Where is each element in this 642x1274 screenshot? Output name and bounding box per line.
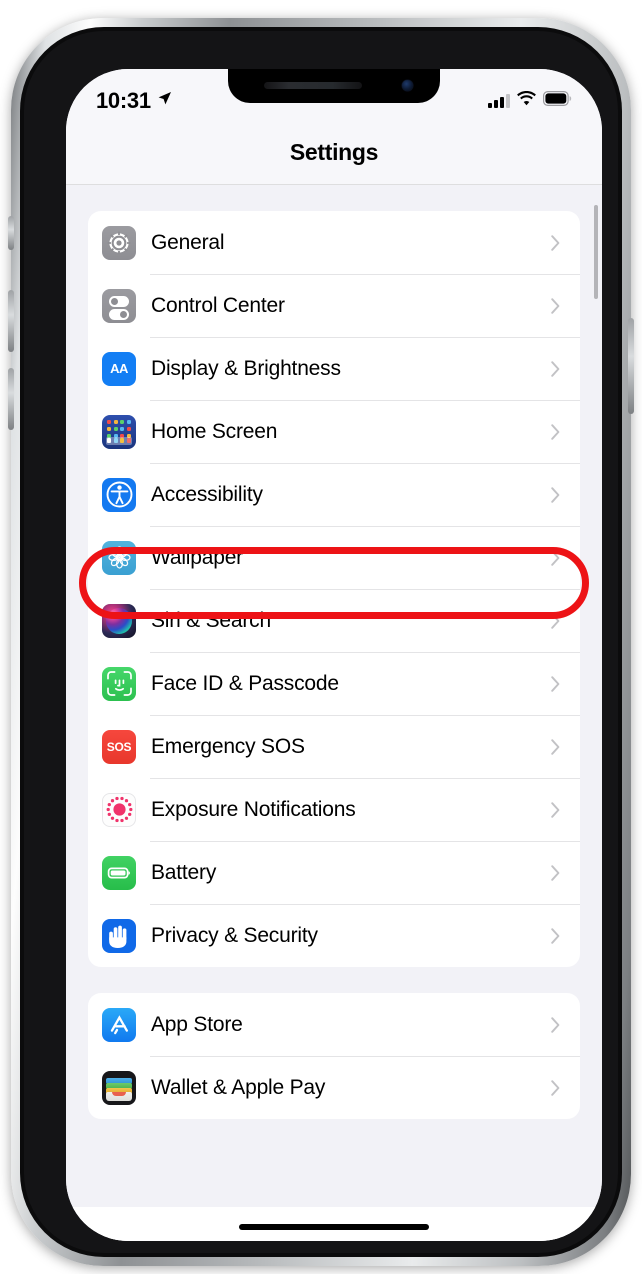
exposure-notifications-icon <box>102 792 136 827</box>
front-camera-icon <box>402 80 413 91</box>
settings-row-label: Display & Brightness <box>151 356 341 380</box>
status-bar-right <box>488 90 572 111</box>
chevron-right-icon <box>551 1079 560 1096</box>
siri-orb-icon <box>102 603 136 638</box>
home-screen-icon <box>102 414 136 449</box>
chevron-right-icon <box>551 360 560 377</box>
chevron-right-icon <box>551 297 560 314</box>
cellular-signal-icon <box>488 93 510 108</box>
phone-screen: 10:31 Settings General Control Center AA… <box>66 69 602 1241</box>
gear-icon <box>102 225 136 260</box>
settings-row-label: Battery <box>151 860 217 884</box>
settings-list[interactable]: General Control Center AA Display & Brightn… <box>66 185 602 1241</box>
group-store: App Store Wallet & Apple Pay <box>88 993 580 1119</box>
settings-row-exposure-notifications[interactable]: Exposure Notifications <box>88 778 580 841</box>
settings-row-label: Accessibility <box>151 482 263 506</box>
settings-row-face-id-passcode[interactable]: Face ID & Passcode <box>88 652 580 715</box>
iphone-device-frame: 10:31 Settings General Control Center AA… <box>8 18 634 1266</box>
group-system: General Control Center AA Display & Brightn… <box>88 211 580 967</box>
device-bezel-inner: 10:31 Settings General Control Center AA… <box>24 31 618 1253</box>
settings-row-home-screen[interactable]: Home Screen <box>88 400 580 463</box>
earpiece-speaker <box>264 82 362 89</box>
wallet-icon <box>102 1070 136 1105</box>
mute-switch[interactable] <box>8 216 14 250</box>
wifi-icon <box>517 90 536 111</box>
battery-full-icon <box>543 90 572 111</box>
display-brightness-icon: AA <box>102 351 136 386</box>
settings-row-general[interactable]: General <box>88 211 580 274</box>
settings-row-wallet-apple-pay[interactable]: Wallet & Apple Pay <box>88 1056 580 1119</box>
volume-up-button[interactable] <box>8 290 14 352</box>
chevron-right-icon <box>551 612 560 629</box>
settings-row-label: App Store <box>151 1012 243 1036</box>
settings-row-siri-search[interactable]: Siri & Search <box>88 589 580 652</box>
settings-row-label: Siri & Search <box>151 608 271 632</box>
navigation-bar: Settings <box>66 121 602 185</box>
accessibility-icon <box>102 477 136 512</box>
settings-row-wallpaper[interactable]: Wallpaper <box>88 526 580 589</box>
emergency-sos-icon: SOS <box>102 729 136 764</box>
chevron-right-icon <box>551 927 560 944</box>
settings-row-label: Control Center <box>151 293 285 317</box>
settings-groups: General Control Center AA Display & Brightn… <box>88 211 580 1119</box>
chevron-right-icon <box>551 675 560 692</box>
chevron-right-icon <box>551 549 560 566</box>
status-clock: 10:31 <box>96 87 151 113</box>
settings-row-label: Wallet & Apple Pay <box>151 1075 326 1099</box>
chevron-right-icon <box>551 1016 560 1033</box>
settings-row-label: Emergency SOS <box>151 734 305 758</box>
battery-icon <box>102 855 136 890</box>
chevron-right-icon <box>551 486 560 503</box>
settings-row-display-brightness[interactable]: AA Display & Brightness <box>88 337 580 400</box>
face-id-icon <box>102 666 136 701</box>
side-power-button[interactable] <box>628 318 634 414</box>
home-indicator[interactable] <box>239 1224 429 1230</box>
settings-row-privacy-security[interactable]: Privacy & Security <box>88 904 580 967</box>
settings-row-label: General <box>151 230 225 254</box>
chevron-right-icon <box>551 801 560 818</box>
page-title: Settings <box>289 139 379 165</box>
settings-row-label: Privacy & Security <box>151 923 318 947</box>
status-bar-left: 10:31 <box>96 88 173 114</box>
chevron-right-icon <box>551 864 560 881</box>
settings-row-label: Wallpaper <box>151 545 243 569</box>
wallpaper-flower-icon <box>102 540 136 575</box>
device-notch <box>228 69 440 103</box>
settings-row-label: Face ID & Passcode <box>151 671 339 695</box>
settings-row-control-center[interactable]: Control Center <box>88 274 580 337</box>
chevron-right-icon <box>551 423 560 440</box>
location-arrow-icon <box>156 90 173 112</box>
device-bezel: 10:31 Settings General Control Center AA… <box>20 27 622 1257</box>
chevron-right-icon <box>551 234 560 251</box>
vertical-scrollbar[interactable] <box>594 205 598 299</box>
app-store-icon <box>102 1007 136 1042</box>
settings-row-accessibility[interactable]: Accessibility <box>88 463 580 526</box>
privacy-hand-icon <box>102 918 136 953</box>
volume-down-button[interactable] <box>8 368 14 430</box>
settings-row-emergency-sos[interactable]: SOS Emergency SOS <box>88 715 580 778</box>
control-center-icon <box>102 288 136 323</box>
settings-row-app-store[interactable]: App Store <box>88 993 580 1056</box>
settings-row-battery[interactable]: Battery <box>88 841 580 904</box>
chevron-right-icon <box>551 738 560 755</box>
settings-row-label: Home Screen <box>151 419 278 443</box>
settings-row-label: Exposure Notifications <box>151 797 356 821</box>
